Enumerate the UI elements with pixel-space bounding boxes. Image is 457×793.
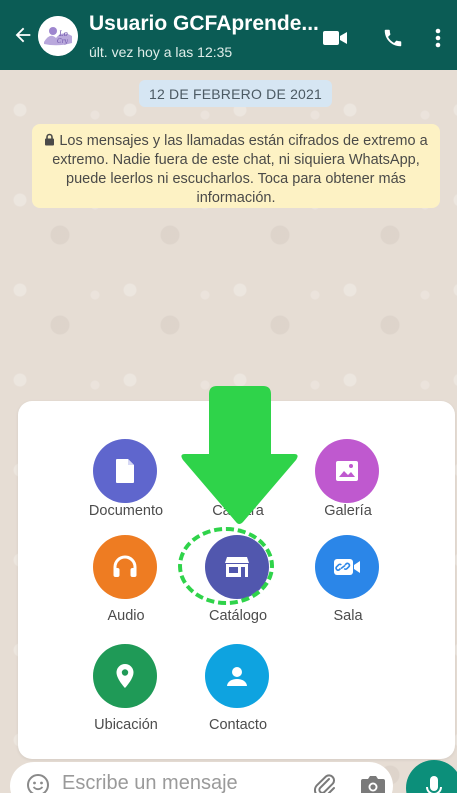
contact-name[interactable]: Usuario GCFAprende... <box>89 12 319 36</box>
chat-header: Lo Cry Usuario GCFAprende... últ. vez ho… <box>0 0 457 70</box>
chat-screen: Lo Cry Usuario GCFAprende... últ. vez ho… <box>0 0 457 793</box>
more-options-button[interactable] <box>428 26 448 50</box>
room-label: Sala <box>333 608 363 624</box>
catalog-highlight-ring <box>178 527 274 605</box>
attach-room-option[interactable]: Sala <box>288 535 408 645</box>
room-button[interactable] <box>315 535 379 599</box>
encryption-notice[interactable]: Los mensajes y las llamadas están cifrad… <box>32 124 440 208</box>
contact-icon <box>227 667 247 686</box>
message-composer <box>10 762 393 793</box>
video-call-icon <box>323 31 347 45</box>
more-vertical-icon <box>435 28 441 48</box>
contact-button[interactable] <box>205 644 269 708</box>
headphones-icon <box>113 555 137 577</box>
location-button[interactable] <box>93 644 157 708</box>
document-button[interactable] <box>93 439 157 503</box>
attach-contact-option[interactable]: Contacto <box>178 644 298 754</box>
message-input[interactable] <box>62 772 292 793</box>
attach-clip-icon[interactable] <box>312 772 336 793</box>
green-down-arrow-annotation <box>181 386 298 524</box>
date-chip: 12 DE FEBRERO DE 2021 <box>139 80 332 107</box>
svg-text:Cry: Cry <box>57 38 68 45</box>
composer-camera-icon[interactable] <box>360 772 386 793</box>
last-seen-status: últ. vez hoy a las 12:35 <box>89 44 233 60</box>
mic-button[interactable] <box>406 760 457 793</box>
attach-gallery-option[interactable]: Galería <box>288 439 408 549</box>
gallery-button[interactable] <box>315 439 379 503</box>
document-icon <box>116 459 134 483</box>
emoji-icon[interactable] <box>26 773 50 793</box>
gallery-icon <box>336 461 358 481</box>
audio-button[interactable] <box>93 535 157 599</box>
avatar[interactable]: Lo Cry <box>38 16 78 56</box>
attach-location-option[interactable]: Ubicación <box>66 644 186 754</box>
back-button[interactable] <box>10 22 36 48</box>
lock-icon <box>45 133 55 146</box>
contact-label: Contacto <box>208 717 268 733</box>
mic-icon <box>426 776 442 793</box>
video-call-button[interactable] <box>322 26 348 50</box>
attach-audio-option[interactable]: Audio <box>66 535 186 645</box>
location-icon <box>116 664 134 688</box>
encryption-notice-text: Los mensajes y las llamadas están cifrad… <box>52 133 428 206</box>
svg-text:Lo: Lo <box>58 30 68 38</box>
phone-icon <box>384 29 402 47</box>
voice-call-button[interactable] <box>380 26 406 50</box>
avatar-logo-icon: Lo Cry <box>38 16 78 56</box>
attach-document-option[interactable]: Documento <box>66 439 186 549</box>
video-room-icon <box>334 559 360 575</box>
back-arrow-icon <box>15 27 31 43</box>
